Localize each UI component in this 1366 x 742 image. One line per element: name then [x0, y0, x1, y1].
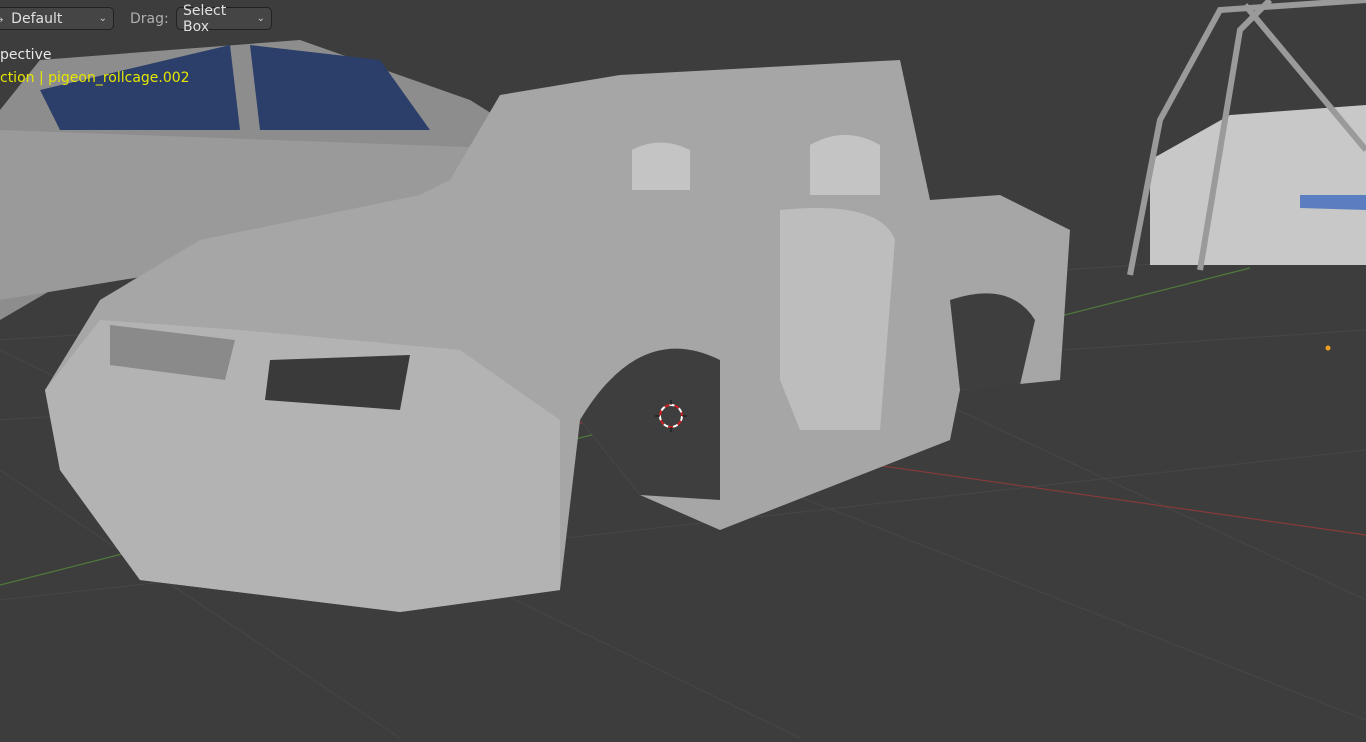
background-car-right: [1127, 0, 1366, 276]
object-origin-dot: [1325, 345, 1331, 351]
orientation-icon: ⤷: [0, 11, 4, 25]
orientation-value: Default: [11, 10, 63, 27]
viewport-scene: [0, 0, 1366, 739]
view-name-text: pective: [0, 47, 52, 63]
drag-label: Drag:: [130, 11, 169, 27]
chevron-down-icon: ⌄: [256, 13, 265, 24]
transform-orientation-dropdown[interactable]: ⤷ Default ⌄: [0, 7, 114, 30]
drag-value: Select Box: [183, 2, 227, 35]
3d-viewport[interactable]: ⤷ Default ⌄ Drag: Select Box ⌄ pective c…: [0, 0, 1366, 739]
drag-tool-dropdown[interactable]: Select Box ⌄: [176, 3, 272, 35]
selection-info-text: ction | pigeon_rollcage.002: [0, 70, 190, 86]
chevron-down-icon: ⌄: [98, 13, 107, 24]
